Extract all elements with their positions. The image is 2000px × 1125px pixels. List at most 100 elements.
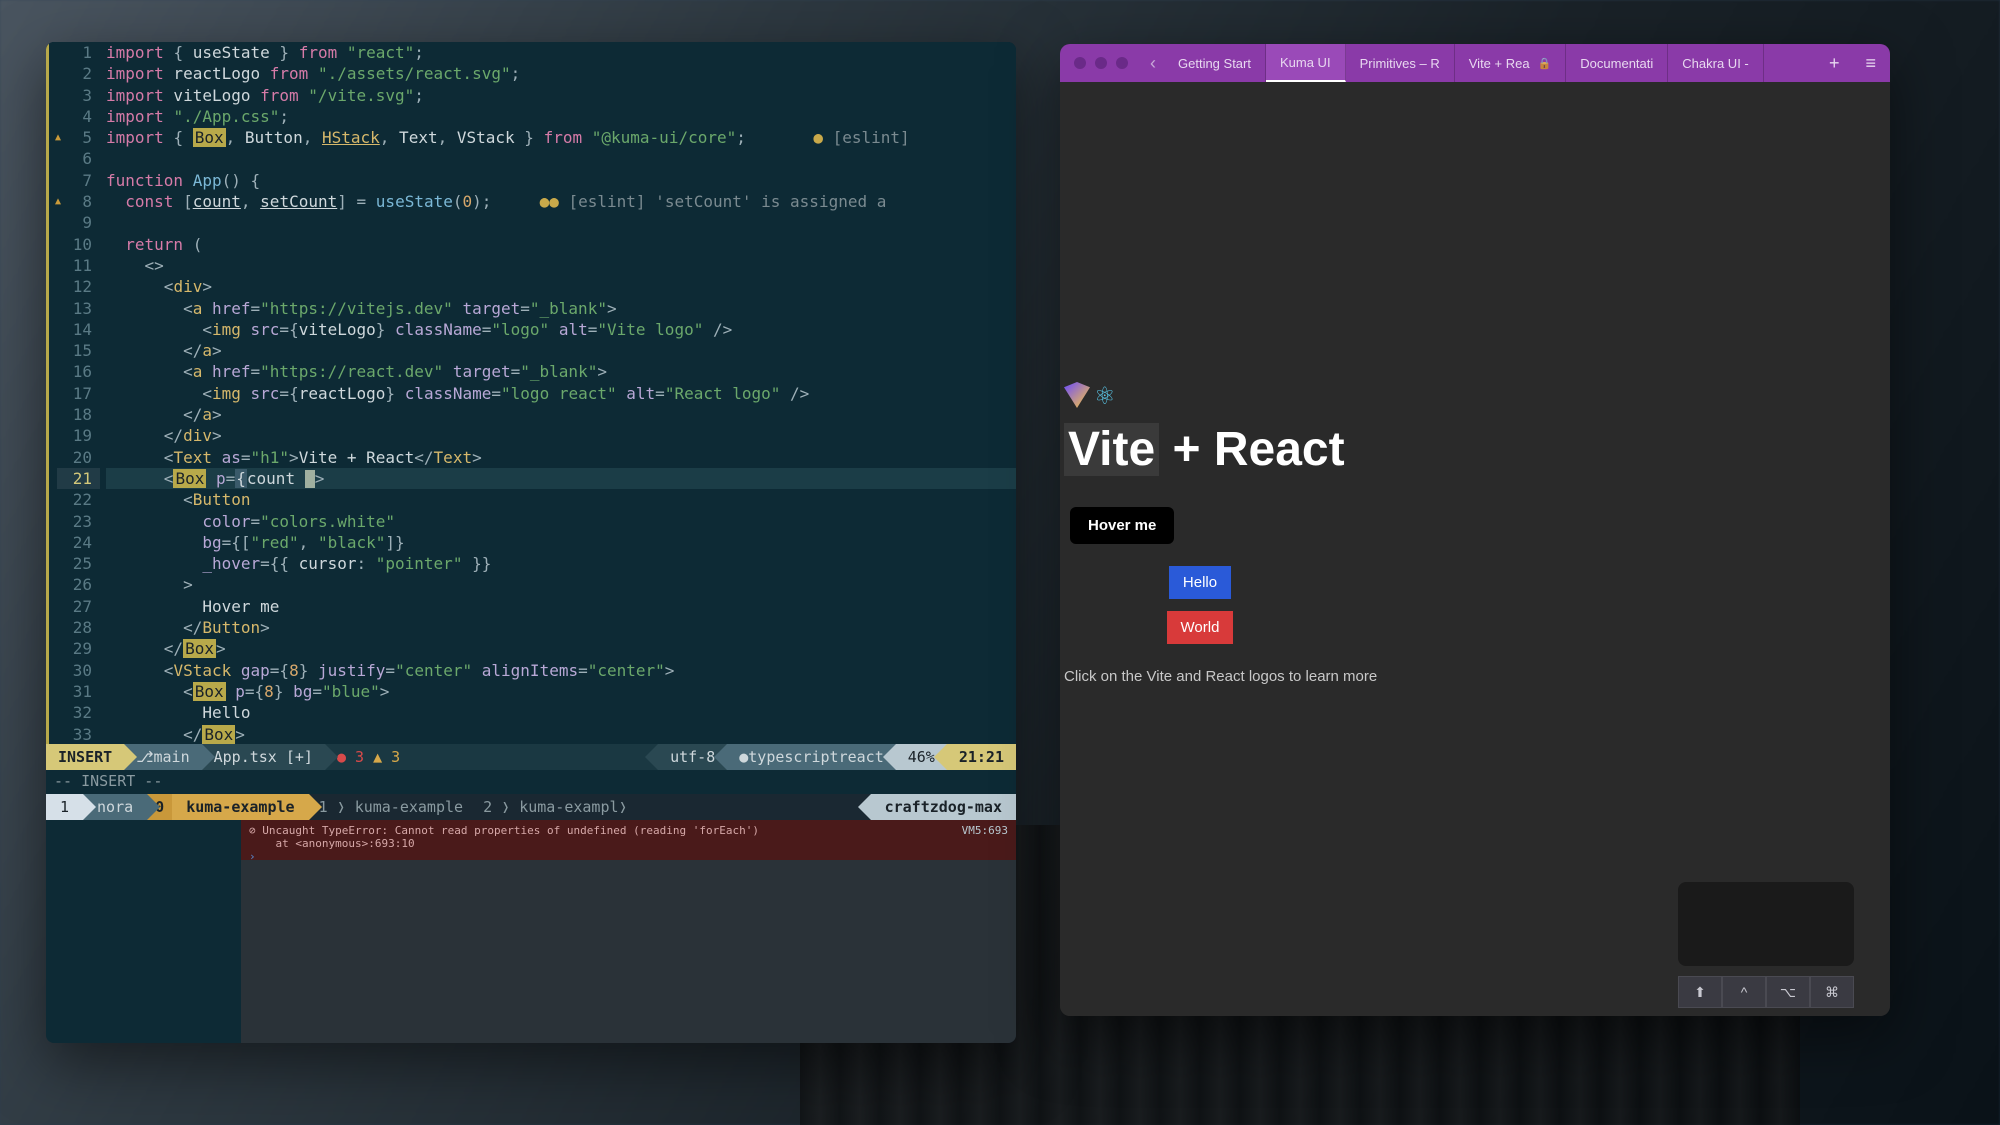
- line-gutter: 1234567891011121314151617181920212223242…: [46, 42, 100, 744]
- toolbar-key-icon[interactable]: ^: [1722, 976, 1766, 1008]
- line-number: 4: [57, 106, 100, 127]
- code-line[interactable]: <>: [106, 255, 1016, 276]
- error-message: Uncaught TypeError: Cannot read properti…: [262, 824, 759, 837]
- tmux-tab[interactable]: 1 ❭ kuma-example: [309, 798, 474, 816]
- vstack: Hello World: [1060, 566, 1340, 644]
- editor-window: ⋮ » ◫ 1234567891011121314151617181920212…: [46, 42, 1016, 1043]
- browser-tab[interactable]: Documentati: [1566, 44, 1668, 82]
- vite-logo-icon[interactable]: [1064, 382, 1090, 408]
- lock-icon: 🔒: [1538, 57, 1552, 70]
- code-line[interactable]: return (: [106, 234, 1016, 255]
- code-line[interactable]: import viteLogo from "/vite.svg";: [106, 85, 1016, 106]
- code-line[interactable]: </Box>: [106, 638, 1016, 659]
- window-controls[interactable]: [1060, 57, 1142, 69]
- tmux-session[interactable]: 1: [46, 794, 83, 820]
- console-error: VM5:693 ⊘ Uncaught TypeError: Cannot rea…: [241, 820, 1016, 860]
- error-stack: at <anonymous>:693:10: [276, 837, 415, 850]
- code-line[interactable]: </Box>: [106, 724, 1016, 745]
- browser-tab[interactable]: Vite + Rea🔒: [1455, 44, 1567, 82]
- bottom-toolbar: ⬆^⌥⌘: [1678, 976, 1854, 1008]
- code-line[interactable]: <Box p={8} bg="blue">: [106, 681, 1016, 702]
- code-line[interactable]: _hover={{ cursor: "pointer" }}: [106, 553, 1016, 574]
- code-line[interactable]: <a href="https://react.dev" target="_bla…: [106, 361, 1016, 382]
- line-number: 10: [57, 234, 100, 255]
- line-number: 1: [57, 42, 100, 63]
- browser-window: ‹ Getting StartKuma UIPrimitives – RVite…: [1060, 44, 1890, 1016]
- line-number: 30: [57, 660, 100, 681]
- code-line[interactable]: function App() {: [106, 170, 1016, 191]
- line-number: 14: [57, 319, 100, 340]
- back-button[interactable]: ‹: [1142, 53, 1164, 74]
- code-line[interactable]: import reactLogo from "./assets/react.sv…: [106, 63, 1016, 84]
- code-line[interactable]: </a>: [106, 404, 1016, 425]
- tmux-bar: 1 nora 0 kuma-example 1 ❭ kuma-example 2…: [46, 794, 1016, 820]
- status-language: ● typescriptreact: [727, 744, 896, 770]
- tmux-right: craftzdog-max: [871, 794, 1016, 820]
- code-line[interactable]: <div>: [106, 276, 1016, 297]
- console-area[interactable]: [241, 860, 1016, 1043]
- line-number: 5: [57, 127, 100, 148]
- code-line[interactable]: </Button>: [106, 617, 1016, 638]
- code-line[interactable]: <Text as="h1">Vite + React</Text>: [106, 447, 1016, 468]
- code-line[interactable]: <img src={reactLogo} className="logo rea…: [106, 383, 1016, 404]
- browser-menu-button[interactable]: ≡: [1851, 53, 1890, 74]
- line-number: 28: [57, 617, 100, 638]
- browser-viewport[interactable]: Vite + React Hover me Hello World Click o…: [1060, 82, 1890, 1016]
- toolbar-key-icon[interactable]: ⌘: [1810, 976, 1854, 1008]
- line-number: 31: [57, 681, 100, 702]
- tmux-active-tab[interactable]: kuma-example: [172, 794, 308, 820]
- code-line[interactable]: </div>: [106, 425, 1016, 446]
- code-line[interactable]: import { Box, Button, HStack, Text, VSta…: [106, 127, 1016, 148]
- code-line[interactable]: </a>: [106, 340, 1016, 361]
- status-filename: App.tsx [+]: [202, 744, 325, 770]
- error-location: VM5:693: [962, 824, 1008, 837]
- toolbar-key-icon[interactable]: ⌥: [1766, 976, 1810, 1008]
- hover-me-button[interactable]: Hover me: [1070, 507, 1174, 544]
- line-number: 6: [57, 148, 100, 169]
- line-number: 27: [57, 596, 100, 617]
- line-number: 19: [57, 425, 100, 446]
- tmux-tab[interactable]: 2 ❭ kuma-exampl❭: [473, 798, 638, 816]
- line-number: 15: [57, 340, 100, 361]
- react-logo-icon[interactable]: [1094, 382, 1120, 408]
- code-line[interactable]: <Button: [106, 489, 1016, 510]
- code-line[interactable]: <a href="https://vitejs.dev" target="_bl…: [106, 298, 1016, 319]
- code-body[interactable]: import { useState } from "react";import …: [100, 42, 1016, 744]
- code-line[interactable]: bg={["red", "black"]}: [106, 532, 1016, 553]
- browser-tab[interactable]: Chakra UI -: [1668, 44, 1763, 82]
- line-number: 26: [57, 574, 100, 595]
- toolbar-key-icon[interactable]: ⬆: [1678, 976, 1722, 1008]
- stack-item: Hello: [1169, 566, 1231, 599]
- line-number: 24: [57, 532, 100, 553]
- code-line[interactable]: import { useState } from "react";: [106, 42, 1016, 63]
- browser-tab[interactable]: Primitives – R: [1346, 44, 1455, 82]
- logo-row: [1064, 382, 1120, 408]
- stack-item: World: [1167, 611, 1234, 644]
- line-number: 22: [57, 489, 100, 510]
- footer-text: Click on the Vite and React logos to lea…: [1064, 668, 1890, 685]
- line-number: 16: [57, 361, 100, 382]
- browser-tab[interactable]: Getting Start: [1164, 44, 1266, 82]
- code-line[interactable]: Hover me: [106, 596, 1016, 617]
- code-line[interactable]: [106, 212, 1016, 233]
- line-number: 21: [57, 468, 100, 489]
- new-tab-button[interactable]: +: [1817, 53, 1852, 74]
- code-line[interactable]: const [count, setCount] = useState(0); ●…: [106, 191, 1016, 212]
- code-line[interactable]: import "./App.css";: [106, 106, 1016, 127]
- code-line[interactable]: >: [106, 574, 1016, 595]
- browser-tab[interactable]: Kuma UI: [1266, 44, 1346, 82]
- code-line[interactable]: Hello: [106, 702, 1016, 723]
- line-number: 12: [57, 276, 100, 297]
- page-title: Vite + React: [1064, 422, 1890, 477]
- code-line[interactable]: <img src={viteLogo} className="logo" alt…: [106, 319, 1016, 340]
- status-position: 21:21: [947, 744, 1016, 770]
- code-line[interactable]: color="colors.white": [106, 511, 1016, 532]
- line-number: 2: [57, 63, 100, 84]
- line-number: 7: [57, 170, 100, 191]
- status-bar: INSERT ⎇ main App.tsx [+] ● 3 ▲ 3 utf-8 …: [46, 744, 1016, 770]
- code-line[interactable]: [106, 148, 1016, 169]
- code-area[interactable]: 1234567891011121314151617181920212223242…: [46, 42, 1016, 744]
- line-number: 25: [57, 553, 100, 574]
- code-line[interactable]: <Box p={count >: [106, 468, 1016, 489]
- code-line[interactable]: <VStack gap={8} justify="center" alignIt…: [106, 660, 1016, 681]
